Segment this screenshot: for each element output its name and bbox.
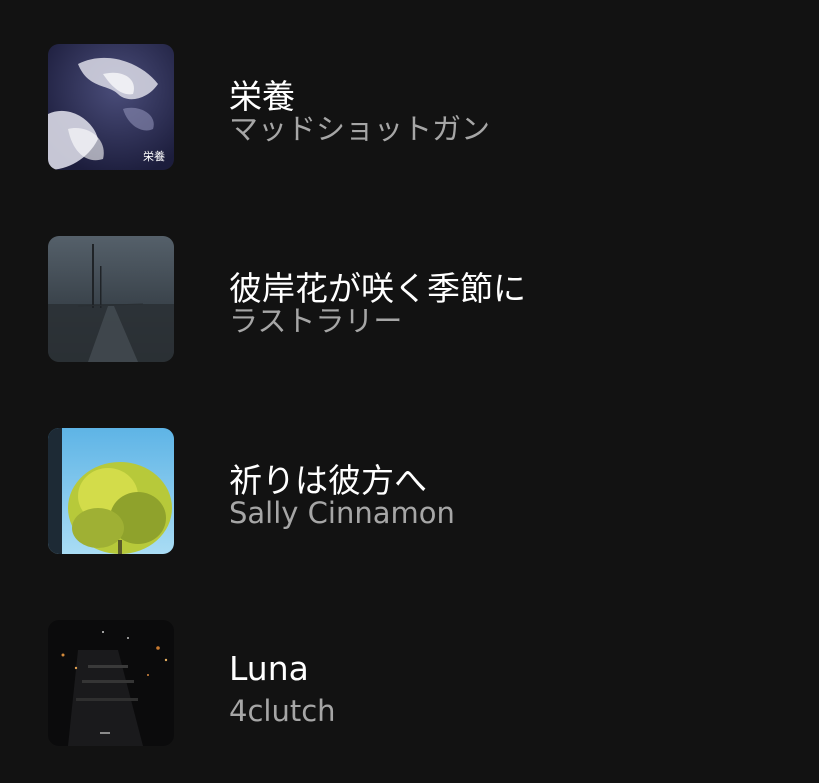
track-info: Luna 4clutch xyxy=(229,649,336,729)
track-artist: マッドショットガン xyxy=(229,112,491,146)
album-cover-text: 栄養 xyxy=(143,149,165,163)
track-artist: 4clutch xyxy=(229,694,336,728)
album-cover-night-city-icon xyxy=(48,620,174,746)
track-list: 栄養 栄養 マッドショットガン 彼岸花が咲く季節に ラストラリー 祈りは彼方へ … xyxy=(0,0,819,781)
track-row-luna[interactable]: Luna 4clutch xyxy=(0,603,819,783)
album-cover-tree-sky-icon xyxy=(48,428,174,554)
track-row-higanbana[interactable]: 彼岸花が咲く季節に ラストラリー xyxy=(0,219,819,399)
track-row-inori[interactable]: 祈りは彼方へ Sally Cinnamon xyxy=(0,411,819,591)
album-cover-foggy-road-icon xyxy=(48,236,174,362)
track-row-eiyou[interactable]: 栄養 栄養 マッドショットガン xyxy=(0,27,819,207)
track-title: Luna xyxy=(229,649,309,688)
track-info: 祈りは彼方へ Sally Cinnamon xyxy=(229,461,455,531)
track-info: 彼岸花が咲く季節に ラストラリー xyxy=(229,269,526,339)
track-info: 栄養 マッドショットガン xyxy=(229,77,490,147)
track-artist: Sally Cinnamon xyxy=(229,496,455,530)
album-cover-clouds-icon: 栄養 xyxy=(48,44,174,170)
